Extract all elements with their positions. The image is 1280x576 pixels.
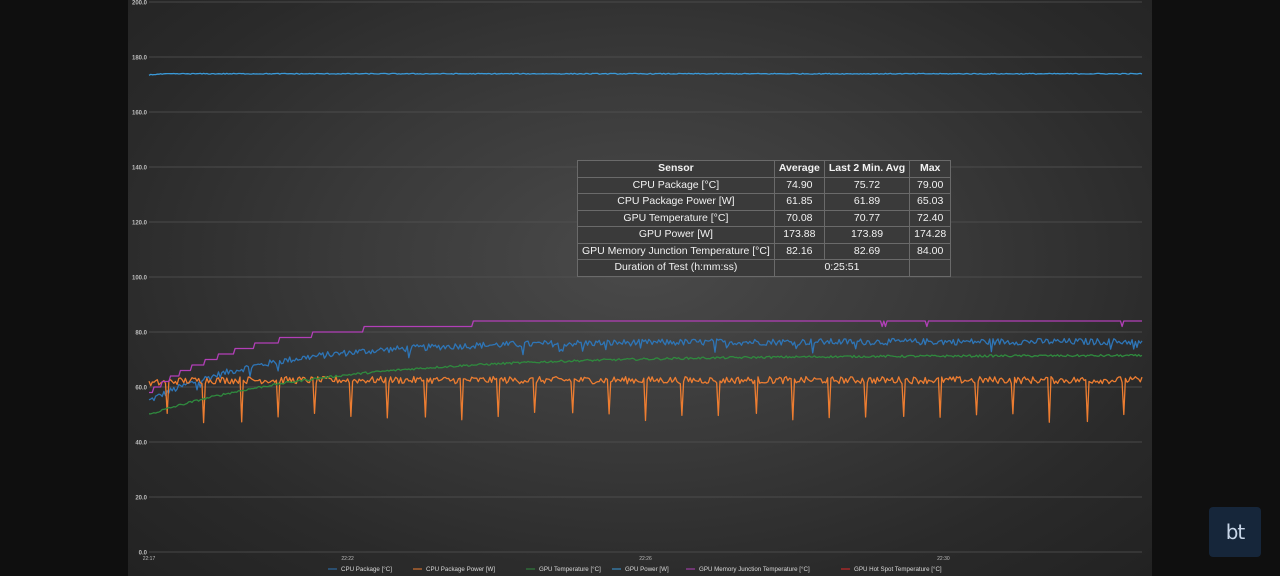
x-tick-label: 22:22 (341, 556, 354, 562)
row-sensor: GPU Temperature [°C] (577, 209, 775, 227)
legend-item: GPU Power [W] (625, 566, 669, 573)
row-average: 61.85 (773, 193, 825, 211)
row-average: 82.16 (773, 242, 825, 260)
legend-item: CPU Package Power [W] (426, 566, 495, 573)
row-average: 70.08 (773, 209, 825, 227)
legend-item: GPU Temperature [°C] (539, 566, 601, 573)
legend-item: GPU Hot Spot Temperature [°C] (854, 566, 942, 573)
row-last2: 61.89 (823, 193, 911, 211)
y-tick-label: 40.0 (135, 441, 147, 447)
x-tick-label: 22:30 (937, 556, 950, 562)
row-max: 174.28 (909, 226, 952, 244)
row-sensor: GPU Power [W] (577, 226, 775, 244)
x-tick-label: 22:17 (143, 556, 156, 562)
series-line-cpu-package-c (148, 337, 1143, 402)
table-row: GPU Power [W] 173.88 173.89 174.28 (577, 226, 952, 244)
table-row: CPU Package [°C] 74.90 75.72 79.00 (577, 176, 952, 194)
y-tick-label: 120.0 (132, 221, 148, 227)
y-tick-label: 200.0 (132, 1, 148, 7)
row-last2: 82.69 (823, 242, 911, 260)
row-max: 79.00 (909, 176, 952, 194)
header-max: Max (909, 160, 952, 178)
site-logo: bt (1209, 507, 1261, 557)
row-last2: 173.89 (823, 226, 911, 244)
row-max: 84.00 (909, 242, 952, 260)
header-last2: Last 2 Min. Avg (823, 160, 911, 178)
stats-table: Sensor Average Last 2 Min. Avg Max CPU P… (577, 160, 952, 277)
table-row-duration: Duration of Test (h:mm:ss) 0:25:51 (577, 259, 952, 277)
duration-empty (909, 259, 952, 277)
row-average: 74.90 (773, 176, 825, 194)
table-row: GPU Memory Junction Temperature [°C] 82.… (577, 242, 952, 260)
row-sensor: CPU Package [°C] (577, 176, 775, 194)
legend-item: GPU Memory Junction Temperature [°C] (699, 566, 810, 573)
y-tick-label: 60.0 (135, 386, 147, 392)
series-line-gpu-power-w (148, 72, 1143, 76)
duration-value: 0:25:51 (773, 259, 911, 277)
row-max: 65.03 (909, 193, 952, 211)
line-chart: 0.020.040.060.080.0100.0120.0140.0160.01… (132, 1, 1143, 573)
header-sensor: Sensor (577, 160, 775, 178)
row-last2: 70.77 (823, 209, 911, 227)
y-tick-label: 160.0 (132, 111, 148, 117)
logo-text: bt (1225, 520, 1246, 544)
table-row: CPU Package Power [W] 61.85 61.89 65.03 (577, 193, 952, 211)
chart-panel: 0.0 20.0 40.0 60.0 80.0 100.0 120.0 140.0 160.0 1… (128, 0, 1152, 576)
row-average: 173.88 (773, 226, 825, 244)
y-tick-label: 180.0 (132, 56, 148, 62)
y-tick-label: 80.0 (135, 331, 147, 337)
row-last2: 75.72 (823, 176, 911, 194)
table-header-row: Sensor Average Last 2 Min. Avg Max (577, 160, 952, 178)
row-max: 72.40 (909, 209, 952, 227)
legend-item: CPU Package [°C] (341, 566, 392, 573)
x-tick-label: 22:26 (639, 556, 652, 562)
series-line-cpu-package-power-w (148, 375, 1143, 424)
row-sensor: CPU Package Power [W] (577, 193, 775, 211)
y-tick-label: 100.0 (132, 276, 148, 282)
duration-label: Duration of Test (h:mm:ss) (577, 259, 775, 277)
y-tick-label: 20.0 (135, 496, 147, 502)
row-sensor: GPU Memory Junction Temperature [°C] (577, 242, 775, 260)
header-average: Average (773, 160, 825, 178)
table-row: GPU Temperature [°C] 70.08 70.77 72.40 (577, 209, 952, 227)
y-tick-label: 140.0 (132, 166, 148, 172)
